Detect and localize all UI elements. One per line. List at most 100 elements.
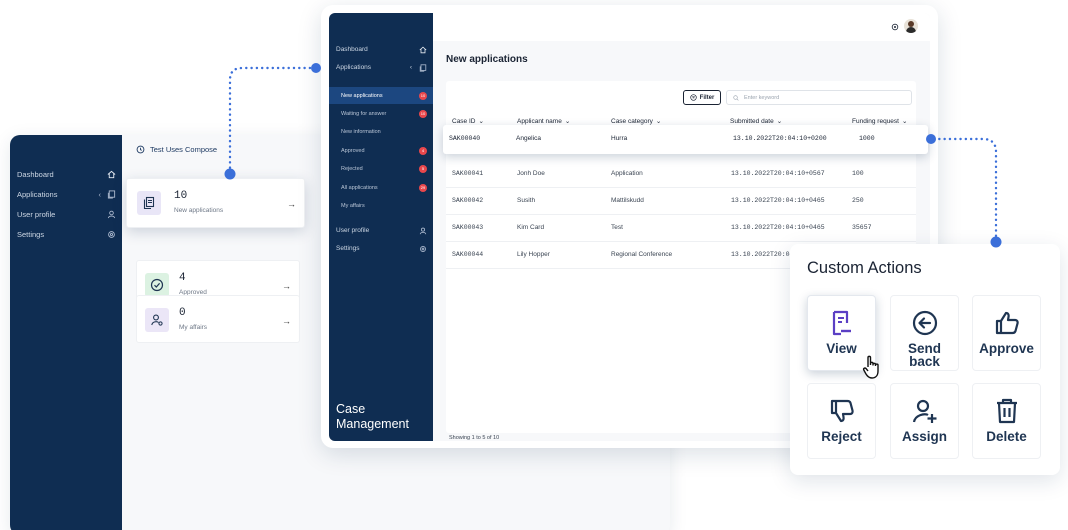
cell-case-category: Application — [611, 170, 643, 177]
avatar[interactable] — [904, 19, 918, 33]
filter-icon — [690, 94, 697, 101]
count-badge: 29 — [419, 183, 427, 192]
chevron-down-icon: ⌄ — [901, 118, 908, 125]
back-header-text: Test Uses Compose — [150, 145, 218, 154]
cell-applicant-name: Susith — [517, 197, 536, 204]
chevron-left-icon: ‹ — [98, 189, 102, 199]
cell-funding-request: 250 — [852, 197, 864, 204]
column-header-case-category[interactable]: Case category ⌄ — [611, 117, 662, 126]
sidebar-item-approved[interactable]: Approved 4 — [329, 142, 433, 159]
arrow-right-icon[interactable]: → — [282, 281, 291, 291]
back-sidebar-item-settings[interactable]: Settings — [16, 225, 116, 243]
cell-case-category: Regional Conference — [611, 251, 673, 258]
cell-case-id: SAK00043 — [452, 224, 484, 231]
count-badge: 10 — [419, 91, 427, 100]
sidebar-item-user-profile[interactable]: User profile — [329, 222, 433, 239]
sidebar-item-dashboard[interactable]: Dashboard — [329, 41, 433, 58]
front-sidebar: Dashboard Applications ‹ New application… — [329, 13, 433, 441]
delete-action-button[interactable]: Delete — [972, 383, 1041, 459]
back-header-title: Test Uses Compose — [136, 145, 217, 154]
arrow-right-icon[interactable]: → — [282, 316, 291, 326]
sidebar-label: Dashboard — [336, 46, 368, 53]
user-icon — [107, 210, 116, 218]
user-icon — [419, 227, 427, 234]
sidebar-item-new-applications[interactable]: New applications 10 — [329, 87, 433, 104]
action-label: Delete — [986, 429, 1027, 444]
send-back-action-button[interactable]: Send back — [890, 295, 959, 371]
sidebar-item-all-applications[interactable]: All applications 29 — [329, 179, 433, 196]
filter-button[interactable]: Filter — [683, 90, 721, 105]
cell-applicant-name: Lily Hopper — [517, 251, 550, 258]
hand-cursor-icon — [862, 355, 879, 379]
search-icon — [733, 94, 739, 101]
reject-action-button[interactable]: Reject — [807, 383, 876, 459]
check-circle-icon — [145, 273, 169, 297]
stat-card-new-applications[interactable]: 10 New applications → — [126, 178, 305, 228]
approve-action-button[interactable]: Approve — [972, 295, 1041, 371]
documents-icon — [137, 191, 161, 215]
table-row[interactable]: SAK00043 Kim Card Test 13.10.2022T20:04:… — [446, 215, 916, 242]
gear-icon — [108, 230, 115, 238]
gear-icon — [420, 245, 426, 252]
app-title-line: Case — [336, 402, 366, 416]
app-title: Case Management — [336, 402, 409, 432]
custom-actions-panel: Custom Actions View Send back Approve Re… — [790, 244, 1060, 475]
column-header-funding-request[interactable]: Funding request ⌄ — [852, 117, 908, 126]
arrow-right-icon[interactable]: → — [287, 199, 296, 209]
sidebar-item-my-affairs[interactable]: My affairs — [329, 197, 433, 214]
chevron-left-icon: ‹ — [409, 64, 412, 71]
column-header-submitted-date[interactable]: Submitted date ⌄ — [730, 117, 783, 126]
sidebar-item-waiting-for-answer[interactable]: Waiting for answer 10 — [329, 105, 433, 122]
sidebar-label: Waiting for answer — [341, 110, 387, 117]
stat-card-my-affairs[interactable]: 0 My affairs → — [136, 295, 300, 343]
action-label: View — [826, 341, 857, 356]
search-input[interactable]: Enter keyword — [726, 90, 912, 105]
copy-icon — [107, 189, 116, 199]
cell-applicant-name: Jonh Doe — [517, 170, 545, 177]
sidebar-label: All applications — [341, 184, 378, 191]
chevron-down-icon: ⌄ — [564, 118, 571, 125]
sidebar-item-new-information[interactable]: New information — [329, 123, 433, 140]
column-header-case-id[interactable]: Case ID ⌄ — [452, 117, 484, 126]
sidebar-item-settings[interactable]: Settings — [329, 240, 433, 257]
arrow-left-circle-icon — [912, 310, 937, 336]
sidebar-label: New applications — [341, 92, 383, 99]
sidebar-item-applications[interactable]: Applications ‹ — [329, 59, 433, 76]
table-row-selected[interactable]: SAK00040 Angelica Hurra 13.10.2022T20:04… — [443, 125, 928, 154]
column-header-applicant-name[interactable]: Applicant name ⌄ — [517, 117, 571, 126]
table-row[interactable]: SAK00042 Susith Mattilskudd 13.10.2022T2… — [446, 188, 916, 215]
assign-action-button[interactable]: Assign — [890, 383, 959, 459]
sidebar-label: Approved — [341, 147, 365, 154]
cell-funding-request: 100 — [852, 170, 864, 177]
count-badge: 10 — [419, 109, 427, 118]
stat-count: 10 — [174, 190, 188, 202]
user-settings-icon — [145, 308, 169, 332]
cell-case-id: SAK00041 — [452, 170, 484, 177]
filter-label: Filter — [699, 94, 715, 101]
back-sidebar-item-user-profile[interactable]: User profile — [16, 205, 116, 223]
cell-submitted-date: 13.10.2022T20:04: — [731, 251, 798, 258]
thumbs-up-icon — [995, 311, 1019, 335]
back-sidebar-item-applications[interactable]: Applications ‹ — [16, 185, 116, 203]
action-label: Send back — [907, 341, 941, 369]
cell-case-id: SAK00044 — [452, 251, 484, 258]
chevron-down-icon: ⌄ — [655, 118, 662, 125]
column-label: Applicant name — [517, 117, 562, 125]
sidebar-label: Settings — [336, 245, 360, 252]
column-label: Case category — [611, 117, 653, 125]
table-row[interactable]: SAK00041 Jonh Doe Application 13.10.2022… — [446, 161, 916, 188]
app-title-line: Management — [336, 417, 409, 431]
sidebar-label: My affairs — [341, 202, 365, 209]
back-sidebar-item-dashboard[interactable]: Dashboard — [16, 165, 116, 183]
back-sidebar-label: User profile — [17, 209, 56, 219]
stat-count: 4 — [179, 272, 186, 284]
cell-submitted-date: 13.10.2022T20:04:10+0465 — [731, 224, 825, 231]
back-sidebar-label: Settings — [17, 229, 45, 239]
chevron-down-icon: ⌄ — [776, 118, 783, 125]
stat-label: New applications — [174, 207, 224, 214]
sidebar-item-rejected[interactable]: Rejected 5 — [329, 160, 433, 177]
action-label: Reject — [821, 429, 862, 444]
notification-icon[interactable] — [891, 23, 899, 31]
count-badge: 5 — [419, 164, 427, 173]
sidebar-label: Applications — [336, 64, 372, 71]
